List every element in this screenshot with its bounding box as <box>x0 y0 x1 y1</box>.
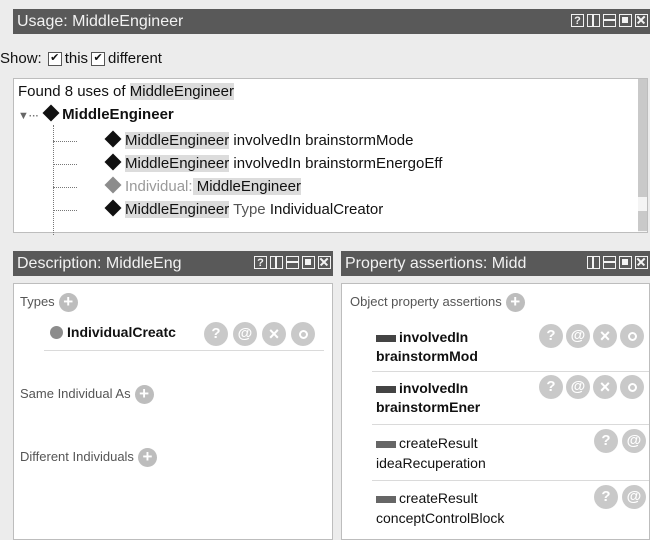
assertion-item[interactable]: involvedIn brainstormEner <box>376 379 501 417</box>
description-header: Description: MiddleEng <box>13 251 333 276</box>
property-assertions-panel: Object property assertions + involvedIn b… <box>341 283 650 540</box>
annotate-icon[interactable]: @ <box>233 322 257 346</box>
root-label: MiddleEngineer <box>62 106 174 123</box>
show-this-checkbox[interactable]: ✔ <box>47 51 62 66</box>
maximize-icon[interactable] <box>302 256 315 269</box>
type-entry[interactable]: IndividualCreatc <box>50 324 176 340</box>
object-property-icon <box>376 495 396 503</box>
property-assertions-title: Property assertions: Midd <box>345 255 527 272</box>
annotate-icon[interactable]: @ <box>622 485 646 509</box>
split-horizontal-icon[interactable] <box>286 256 299 269</box>
help-icon[interactable] <box>254 251 267 276</box>
object-property-icon <box>376 385 396 393</box>
show-different-label: different <box>108 50 162 67</box>
close-icon[interactable] <box>635 256 648 269</box>
same-individual-label: Same Individual As <box>20 385 131 401</box>
add-different-individual-icon[interactable]: + <box>137 448 157 467</box>
help-icon[interactable]: ? <box>539 375 563 399</box>
help-icon[interactable]: ? <box>539 324 563 348</box>
usage-row[interactable]: MiddleEngineer Type IndividualCreator <box>104 199 383 218</box>
object-property-icon <box>376 440 396 448</box>
edit-icon[interactable] <box>620 324 644 348</box>
delete-icon[interactable]: × <box>593 324 617 348</box>
found-name: MiddleEngineer <box>129 83 234 100</box>
split-horizontal-icon[interactable] <box>603 14 616 27</box>
class-icon <box>50 326 63 339</box>
property-assertions-header: Property assertions: Midd <box>341 251 650 276</box>
close-icon[interactable] <box>635 14 648 27</box>
found-summary: Found 8 uses of MiddleEngineer <box>18 83 234 100</box>
type-value: IndividualCreatc <box>67 324 176 340</box>
show-different-checkbox[interactable]: ✔ <box>91 51 106 66</box>
annotate-icon[interactable]: @ <box>566 375 590 399</box>
tree-root[interactable]: ▼··· MiddleEngineer <box>18 104 174 123</box>
edit-icon[interactable] <box>291 322 315 346</box>
annotate-icon[interactable]: @ <box>622 429 646 453</box>
add-same-individual-icon[interactable]: + <box>134 385 154 404</box>
delete-icon[interactable]: × <box>262 322 286 346</box>
usage-tree[interactable]: Found 8 uses of MiddleEngineer ▼··· Midd… <box>13 78 648 235</box>
scrollbar-thumb[interactable] <box>638 79 647 197</box>
usage-row[interactable]: MiddleEngineer involvedIn brainstormEner… <box>104 153 442 172</box>
usage-title: Usage: MiddleEngineer <box>17 13 184 30</box>
description-panel: Types + IndividualCreatc ? @ × Same Indiv… <box>13 283 333 540</box>
close-icon[interactable] <box>318 256 331 269</box>
usage-row[interactable]: Individual: MiddleEngineer <box>104 176 301 195</box>
types-section: Types + <box>20 293 78 312</box>
description-title: Description: MiddleEng <box>17 255 182 272</box>
same-individual-section: Same Individual As + <box>20 385 154 404</box>
different-individuals-label: Different Individuals <box>20 448 134 464</box>
expand-arrow-icon[interactable]: ▼ <box>18 110 29 122</box>
show-options: Show: ✔ this ✔ different <box>0 50 162 67</box>
individual-icon <box>104 153 122 171</box>
edit-icon[interactable] <box>620 375 644 399</box>
show-this-label: this <box>64 50 89 67</box>
split-horizontal-icon[interactable] <box>603 256 616 269</box>
individual-icon <box>42 104 60 122</box>
add-object-property-icon[interactable]: + <box>505 293 525 312</box>
delete-icon[interactable]: × <box>593 375 617 399</box>
assertion-item[interactable]: createResult ideaRecuperation <box>376 433 486 473</box>
assertion-item[interactable]: involvedIn brainstormMod <box>376 328 501 366</box>
split-vertical-icon[interactable] <box>270 256 283 269</box>
individual-icon <box>104 199 122 217</box>
add-type-icon[interactable]: + <box>58 293 78 312</box>
maximize-icon[interactable] <box>619 256 632 269</box>
help-icon[interactable]: ? <box>594 485 618 509</box>
help-icon[interactable]: ? <box>204 322 228 346</box>
individual-icon <box>104 176 122 194</box>
help-icon[interactable]: ? <box>594 429 618 453</box>
types-label: Types <box>20 293 55 309</box>
split-vertical-icon[interactable] <box>587 256 600 269</box>
split-vertical-icon[interactable] <box>587 14 600 27</box>
object-property-section: Object property assertions + <box>350 293 525 312</box>
usage-row[interactable]: MiddleEngineer involvedIn brainstormMode <box>104 130 414 149</box>
annotate-icon[interactable]: @ <box>566 324 590 348</box>
found-prefix: Found 8 uses of <box>18 83 130 100</box>
maximize-icon[interactable] <box>619 14 632 27</box>
individual-icon <box>104 130 122 148</box>
vertical-scrollbar[interactable] <box>638 79 647 232</box>
scrollbar-thumb-lower[interactable] <box>638 211 647 231</box>
object-property-label: Object property assertions <box>350 293 502 309</box>
show-label: Show: <box>0 50 42 67</box>
object-property-icon <box>376 334 396 342</box>
help-icon[interactable] <box>571 9 584 34</box>
assertion-item[interactable]: createResult conceptControlBlock <box>376 488 504 528</box>
different-individuals-section: Different Individuals + <box>20 448 157 467</box>
usage-header: Usage: MiddleEngineer <box>13 9 650 34</box>
